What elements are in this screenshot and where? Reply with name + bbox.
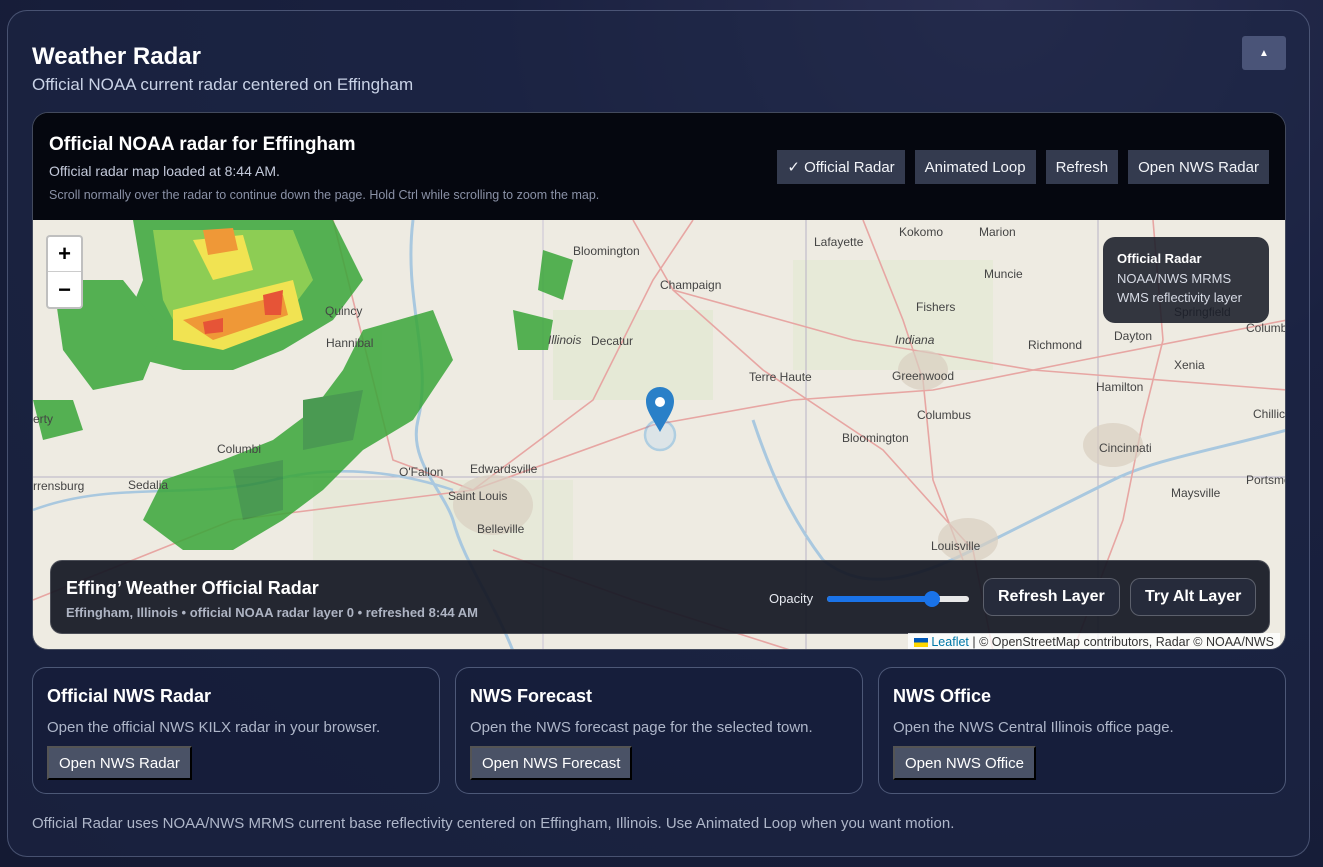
svg-text:Hamilton: Hamilton [1096,380,1143,394]
card-description: Open the official NWS KILX radar in your… [47,719,381,736]
weather-radar-panel: Weather Radar Official NOAA current rada… [7,10,1310,857]
svg-text:Maysville: Maysville [1171,486,1221,500]
svg-text:Sedalia: Sedalia [128,478,168,492]
opacity-label: Opacity [769,591,814,606]
svg-text:Illinois: Illinois [548,333,581,347]
svg-text:Greenwood: Greenwood [892,369,954,383]
overlay-subtitle: Effingham, Illinois • official NOAA rada… [66,605,478,620]
zoom-out-button[interactable]: − [48,272,81,307]
map-attribution: Leaflet | © OpenStreetMap contributors, … [907,633,1280,649]
zoom-control: + − [46,235,83,309]
svg-text:Marion: Marion [979,225,1016,239]
leaflet-link[interactable]: Leaflet [931,635,969,649]
svg-text:Richmond: Richmond [1028,338,1082,352]
svg-text:Fishers: Fishers [916,300,955,314]
card-nws-radar: Official NWS Radar Open the official NWS… [32,667,440,794]
svg-text:Belleville: Belleville [477,522,525,536]
svg-text:Bloomington: Bloomington [573,244,640,258]
official-radar-button[interactable]: ✓ Official Radar [777,150,905,184]
animated-loop-button[interactable]: Animated Loop [914,150,1036,184]
refresh-button[interactable]: Refresh [1045,150,1119,184]
svg-text:Kokomo: Kokomo [899,225,943,239]
svg-text:Cincinnati: Cincinnati [1099,441,1152,455]
legend-title: Official Radar [1117,251,1202,266]
card-nws-office: NWS Office Open the NWS Central Illinois… [878,667,1286,794]
svg-text:erty: erty [33,412,53,426]
svg-text:Hannibal: Hannibal [326,336,373,350]
radar-card-title: Official NOAA radar for Effingham [49,134,356,155]
collapse-button[interactable]: ▲ [1242,36,1286,70]
svg-text:Saint Louis: Saint Louis [448,489,507,503]
slider-fill [827,596,933,602]
card-description: Open the NWS Central Illinois office pag… [893,719,1174,736]
attribution-text: | © OpenStreetMap contributors, Radar © … [968,635,1274,649]
card-title: NWS Office [893,686,992,706]
svg-text:Terre Haute: Terre Haute [749,370,812,384]
link-cards: Official NWS Radar Open the official NWS… [32,667,1286,794]
radar-scroll-hint: Scroll normally over the radar to contin… [49,188,600,202]
svg-text:O'Fallon: O'Fallon [399,465,443,479]
radar-mode-buttons: ✓ Official Radar Animated Loop Refresh O… [777,150,1269,184]
zoom-in-button[interactable]: + [48,237,81,272]
card-description: Open the NWS forecast page for the selec… [470,719,813,736]
svg-text:Quincy: Quincy [325,304,362,318]
svg-text:Portsmou: Portsmou [1246,473,1285,487]
svg-text:rrensburg: rrensburg [33,479,84,493]
card-nws-forecast: NWS Forecast Open the NWS forecast page … [455,667,863,794]
svg-text:Chillicot: Chillicot [1253,407,1285,421]
slider-thumb[interactable] [924,591,940,607]
open-nws-forecast-button[interactable]: Open NWS Forecast [470,746,633,780]
svg-text:Champaign: Champaign [660,278,721,292]
radar-map[interactable]: Bloomington Lafayette Kokomo Marion Munc… [33,220,1285,649]
svg-text:Muncie: Muncie [984,267,1023,281]
svg-text:Xenia: Xenia [1174,358,1205,372]
opacity-slider[interactable] [827,591,969,607]
svg-text:Lafayette: Lafayette [814,235,864,249]
radar-loaded-status: Official radar map loaded at 8:44 AM. [49,163,280,179]
svg-text:Edwardsville: Edwardsville [470,462,538,476]
svg-text:Indiana: Indiana [895,333,935,347]
refresh-layer-button[interactable]: Refresh Layer [983,578,1120,616]
radar-card-header: Official NOAA radar for Effingham Offici… [33,113,1285,220]
open-nws-radar-header-button[interactable]: Open NWS Radar [1128,150,1269,184]
radar-legend: Official Radar NOAA/NWS MRMS WMS reflect… [1103,237,1269,323]
svg-text:Columbus: Columbus [917,408,971,422]
svg-text:Dayton: Dayton [1114,329,1152,343]
open-nws-radar-button[interactable]: Open NWS Radar [47,746,192,780]
svg-text:Bloomington: Bloomington [842,431,909,445]
svg-text:Columbi: Columbi [217,442,261,456]
open-nws-office-button[interactable]: Open NWS Office [893,746,1036,780]
radar-control-overlay: Effing’ Weather Official Radar Effingham… [50,560,1270,634]
card-title: Official NWS Radar [47,686,212,706]
svg-text:Louisville: Louisville [931,539,981,553]
page-title: Weather Radar [32,43,201,70]
legend-layer: WMS reflectivity layer [1117,290,1242,305]
radar-card: Official NOAA radar for Effingham Offici… [32,112,1286,650]
try-alt-layer-button[interactable]: Try Alt Layer [1130,578,1257,616]
legend-source: NOAA/NWS MRMS [1117,271,1232,286]
chevron-up-icon: ▲ [1259,47,1269,59]
footer-note: Official Radar uses NOAA/NWS MRMS curren… [32,815,955,832]
svg-text:Decatur: Decatur [591,334,633,348]
overlay-title: Effing’ Weather Official Radar [66,578,319,598]
card-title: NWS Forecast [470,686,593,706]
ukraine-flag-icon [913,638,928,648]
svg-text:Columb: Columb [1246,321,1285,335]
page-subtitle: Official NOAA current radar centered on … [32,75,414,94]
